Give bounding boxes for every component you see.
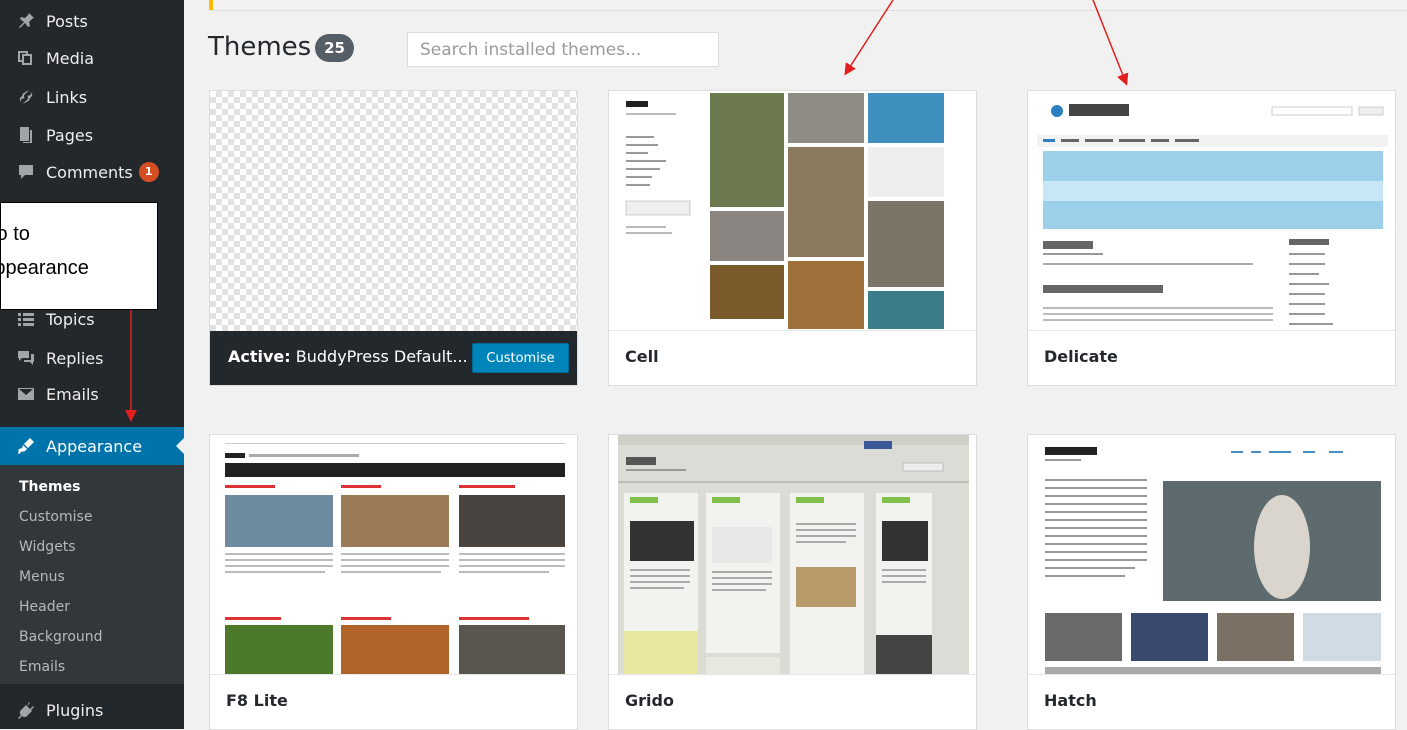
callout-text: Go to Appearance bbox=[0, 223, 89, 279]
theme-name: Cell bbox=[625, 347, 659, 366]
theme-card-hatch[interactable]: Hatch bbox=[1027, 434, 1396, 730]
admin-sidebar: Posts Media Links Pages Comments 1 Topic… bbox=[0, 0, 184, 729]
topics-icon bbox=[15, 308, 37, 330]
brush-icon bbox=[15, 435, 37, 457]
sidebar-item-appearance[interactable]: Appearance bbox=[0, 427, 184, 465]
sidebar-item-comments[interactable]: Comments 1 bbox=[0, 153, 184, 191]
sidebar-item-label: Plugins bbox=[46, 700, 104, 720]
search-themes-input[interactable] bbox=[407, 32, 719, 67]
theme-screenshot bbox=[1037, 435, 1388, 675]
theme-screenshot bbox=[618, 435, 969, 675]
customise-button[interactable]: Customise bbox=[472, 343, 569, 373]
sidebar-item-links[interactable]: Links bbox=[0, 78, 184, 116]
arrow-to-delicate bbox=[1092, 0, 1129, 86]
pin-icon bbox=[15, 10, 37, 32]
sidebar-item-media[interactable]: Media bbox=[0, 39, 184, 77]
theme-name: Grido bbox=[625, 691, 674, 710]
appearance-submenu: Themes Customise Widgets Menus Header Ba… bbox=[0, 465, 184, 684]
annotation-callout: Go to Appearance bbox=[0, 202, 158, 310]
theme-card-f8-lite[interactable]: F8 Lite bbox=[209, 434, 578, 730]
replies-icon bbox=[15, 347, 37, 369]
sidebar-item-label: Media bbox=[46, 48, 95, 68]
theme-screenshot bbox=[618, 91, 969, 331]
comment-count-badge: 1 bbox=[138, 162, 159, 182]
media-icon bbox=[15, 47, 37, 69]
sidebar-item-label: Topics bbox=[46, 309, 95, 329]
sidebar-item-label: Comments bbox=[46, 162, 133, 182]
page-title: Themes bbox=[208, 32, 312, 62]
theme-card-cell[interactable]: Cell bbox=[608, 90, 977, 386]
active-indicator bbox=[176, 438, 184, 454]
theme-screenshot bbox=[219, 435, 570, 675]
theme-name: Delicate bbox=[1044, 347, 1118, 366]
submenu-emails[interactable]: Emails bbox=[19, 659, 65, 675]
theme-screenshot bbox=[210, 91, 577, 331]
theme-name-bar: Grido bbox=[609, 674, 976, 729]
sidebar-item-label: Replies bbox=[46, 348, 104, 368]
theme-name: Hatch bbox=[1044, 691, 1097, 710]
sidebar-item-pages[interactable]: Pages bbox=[0, 116, 184, 154]
mail-icon bbox=[15, 383, 37, 405]
theme-card-grido[interactable]: Grido bbox=[608, 434, 977, 730]
theme-card-active[interactable]: Active: BuddyPress Default... Customise bbox=[209, 90, 578, 386]
submenu-customise[interactable]: Customise bbox=[19, 509, 92, 525]
theme-card-delicate[interactable]: Delicate bbox=[1027, 90, 1396, 386]
sidebar-item-posts[interactable]: Posts bbox=[0, 2, 184, 40]
submenu-menus[interactable]: Menus bbox=[19, 569, 65, 585]
link-icon bbox=[15, 86, 37, 108]
sidebar-item-plugins[interactable]: Plugins bbox=[0, 691, 184, 729]
theme-name: F8 Lite bbox=[226, 691, 288, 710]
theme-name-bar: Delicate bbox=[1028, 330, 1395, 385]
notice-marker bbox=[209, 0, 213, 10]
sidebar-item-label: Appearance bbox=[46, 436, 143, 456]
theme-screenshot bbox=[1037, 91, 1388, 331]
theme-name-bar: Cell bbox=[609, 330, 976, 385]
theme-name-bar: F8 Lite bbox=[210, 674, 577, 729]
pages-icon bbox=[15, 124, 37, 146]
theme-name-bar: Hatch bbox=[1028, 674, 1395, 729]
active-theme-label: Active: BuddyPress Default... bbox=[228, 347, 468, 366]
submenu-widgets[interactable]: Widgets bbox=[19, 539, 76, 555]
sidebar-item-label: Pages bbox=[46, 125, 94, 145]
submenu-background[interactable]: Background bbox=[19, 629, 103, 645]
sidebar-item-label: Links bbox=[46, 87, 88, 107]
submenu-themes[interactable]: Themes bbox=[19, 479, 80, 495]
sidebar-item-label: Posts bbox=[46, 11, 88, 31]
theme-count-badge: 25 bbox=[315, 34, 354, 62]
sidebar-item-replies[interactable]: Replies bbox=[0, 339, 184, 377]
sidebar-item-label: Emails bbox=[46, 384, 99, 404]
comment-icon bbox=[15, 161, 37, 183]
notice-divider bbox=[209, 10, 1407, 11]
plugin-icon bbox=[15, 699, 37, 721]
sidebar-item-emails[interactable]: Emails bbox=[0, 375, 184, 413]
submenu-header[interactable]: Header bbox=[19, 599, 70, 615]
theme-name-bar: Active: BuddyPress Default... Customise bbox=[210, 331, 577, 385]
